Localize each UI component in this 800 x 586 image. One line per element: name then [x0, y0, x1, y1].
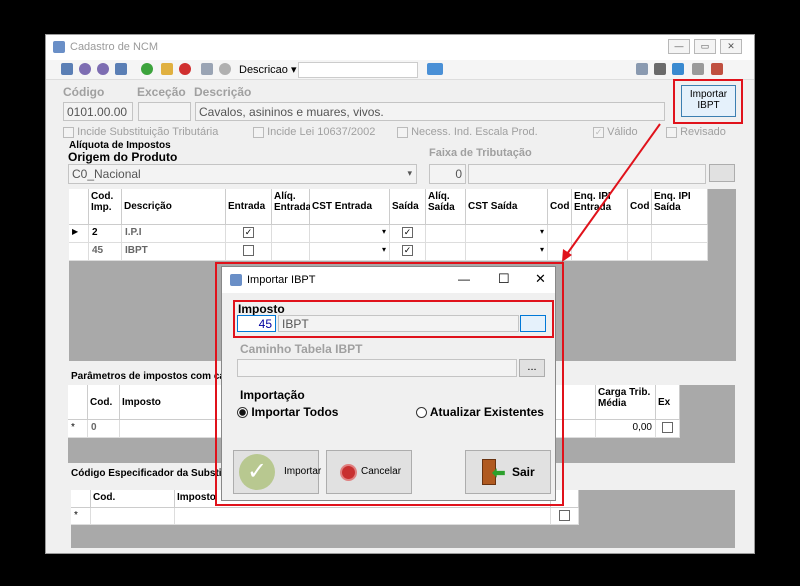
importar-button[interactable]: ✓ Importar	[233, 450, 321, 494]
importacao-label: Importação	[240, 388, 305, 402]
imposto-search-icon[interactable]	[520, 315, 546, 332]
dialog-app-icon	[230, 274, 242, 286]
check-icon: ✓	[239, 454, 275, 490]
radio-selected-icon	[237, 407, 248, 419]
cancelar-button[interactable]: Cancelar	[326, 450, 412, 494]
caminho-field[interactable]	[237, 359, 517, 377]
caminho-label: Caminho Tabela IBPT	[240, 342, 363, 356]
cancel-icon	[340, 464, 357, 481]
imposto-label: Imposto	[238, 302, 285, 316]
radio-icon	[416, 407, 427, 419]
dialog-maximize-button[interactable]: ☐	[498, 271, 510, 287]
dialog-minimize-button[interactable]: —	[458, 272, 470, 286]
arrow-left-icon: ⬅	[492, 465, 506, 482]
imposto-code-field[interactable]: 45	[237, 315, 276, 332]
browse-button[interactable]: ...	[519, 359, 545, 377]
dialog-title: Importar IBPT	[247, 274, 316, 286]
radio-importar-todos[interactable]: Importar Todos	[237, 405, 338, 419]
dialog-titlebar: Importar IBPT — ☐ ✕	[222, 267, 555, 293]
importar-ibpt-dialog: Importar IBPT — ☐ ✕ Imposto 45 IBPT Cami…	[221, 266, 556, 501]
radio-atualizar-existentes[interactable]: Atualizar Existentes	[416, 405, 544, 419]
imposto-desc-field[interactable]: IBPT	[278, 315, 519, 332]
dialog-close-button[interactable]: ✕	[535, 271, 546, 287]
sair-button[interactable]: ⬅ Sair	[465, 450, 551, 494]
